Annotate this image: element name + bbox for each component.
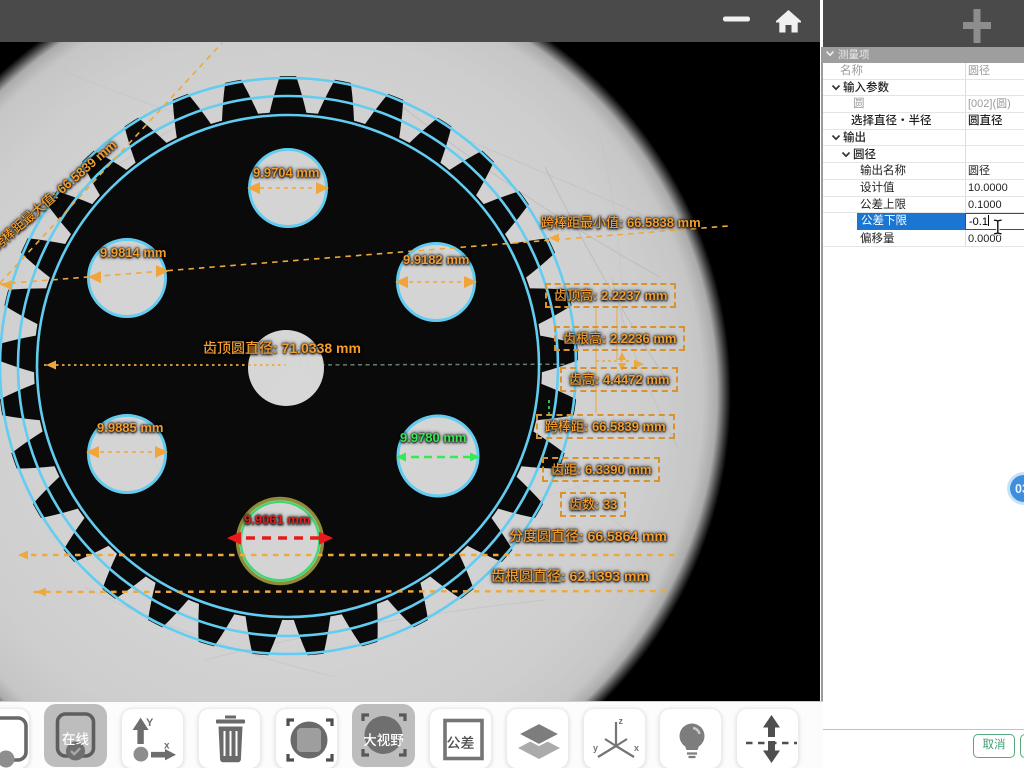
svg-text:x: x (164, 741, 170, 752)
svg-text:z: z (619, 716, 624, 726)
svg-text:Y: Y (146, 717, 154, 729)
svg-text:y: y (593, 743, 598, 753)
svg-text:x: x (634, 743, 639, 753)
